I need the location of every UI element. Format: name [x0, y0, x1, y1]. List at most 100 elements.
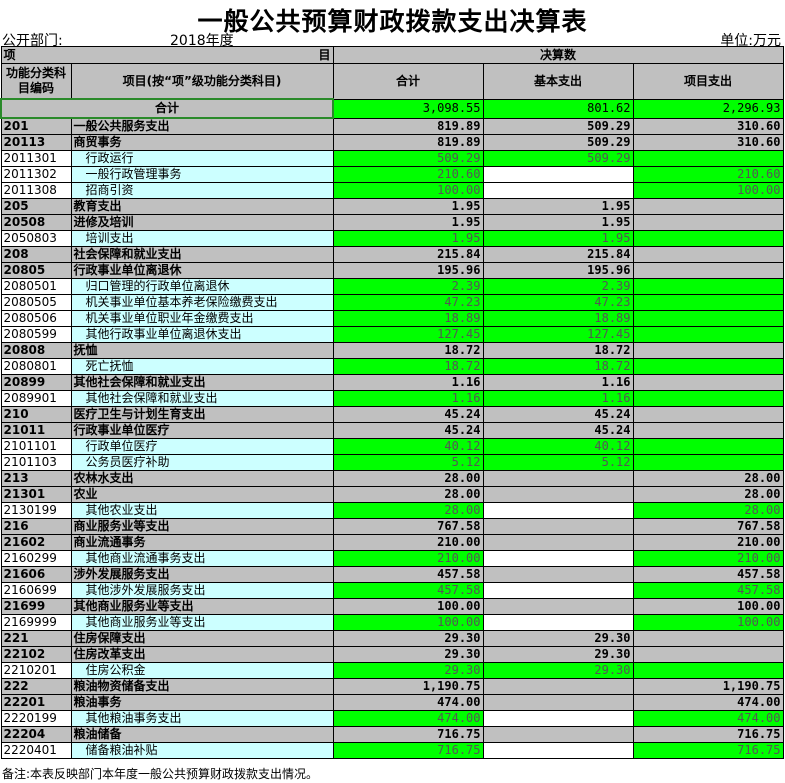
- row-code: 22201: [0, 694, 72, 711]
- row-basic: 2.39: [482, 278, 634, 295]
- row-name: 机关事业单位职业年金缴费支出: [70, 310, 334, 327]
- row-name: 抚恤: [70, 342, 334, 359]
- table-row: 20508 进修及培训 1.95 1.95: [0, 214, 784, 231]
- row-name: 行政事业单位离退休: [70, 262, 334, 279]
- row-basic: 127.45: [482, 326, 634, 343]
- table-row: 2080801 死亡抚恤 18.72 18.72: [0, 358, 784, 375]
- row-basic: [482, 678, 634, 695]
- table-row: 2080505 机关事业单位基本养老保险缴费支出 47.23 47.23: [0, 294, 784, 311]
- table-row: 2130199 其他农业支出 28.00 28.00: [0, 502, 784, 519]
- row-code: 20805: [0, 262, 72, 279]
- total-row: 合计 3,098.55 801.62 2,296.93: [0, 98, 784, 119]
- row-code: 2050803: [0, 230, 72, 247]
- table-row: 2011301 行政运行 509.29 509.29: [0, 150, 784, 167]
- header-total: 合计: [332, 63, 484, 100]
- row-basic: [482, 182, 634, 199]
- table-row: 216 商业服务业等支出 767.58 767.58: [0, 518, 784, 535]
- row-total: 210.00: [332, 550, 484, 567]
- row-project: 1,190.75: [632, 678, 784, 695]
- row-total: 2.39: [332, 278, 484, 295]
- row-basic: 18.89: [482, 310, 634, 327]
- row-total: 474.00: [332, 710, 484, 727]
- table-row: 2101101 行政单位医疗 40.12 40.12: [0, 438, 784, 455]
- row-code: 2210201: [0, 662, 72, 679]
- table-row: 213 农林水支出 28.00 28.00: [0, 470, 784, 487]
- row-name: 商业服务业等支出: [70, 518, 334, 535]
- row-project: [632, 646, 784, 663]
- row-basic: 509.29: [482, 150, 634, 167]
- row-name: 培训支出: [70, 230, 334, 247]
- row-name: 进修及培训: [70, 214, 334, 231]
- row-code: 2169999: [0, 614, 72, 631]
- row-project: 100.00: [632, 182, 784, 199]
- row-total: 18.72: [332, 358, 484, 375]
- row-name: 公务员医疗补助: [70, 454, 334, 471]
- row-basic: 1.16: [482, 390, 634, 407]
- row-basic: [482, 502, 634, 519]
- row-code: 213: [0, 470, 72, 487]
- table-row: 2160299 其他商业流通事务支出 210.00 210.00: [0, 550, 784, 567]
- row-code: 2101103: [0, 454, 72, 471]
- total-label[interactable]: 合计: [0, 98, 334, 119]
- row-total: 1.16: [332, 374, 484, 391]
- row-name: 商贸事务: [70, 134, 334, 151]
- row-name: 其他社会保障和就业支出: [70, 390, 334, 407]
- row-basic: [482, 534, 634, 551]
- row-name: 粮油储备: [70, 726, 334, 743]
- row-project: [632, 294, 784, 311]
- row-basic: 40.12: [482, 438, 634, 455]
- row-name: 农林水支出: [70, 470, 334, 487]
- row-code: 20899: [0, 374, 72, 391]
- row-code: 2220199: [0, 710, 72, 727]
- row-total: 819.89: [332, 134, 484, 151]
- row-name: 机关事业单位基本养老保险缴费支出: [70, 294, 334, 311]
- table-row: 22102 住房改革支出 29.30 29.30: [0, 646, 784, 663]
- row-project: 28.00: [632, 502, 784, 519]
- row-project: [632, 198, 784, 215]
- table-row: 2220401 储备粮油补贴 716.75 716.75: [0, 742, 784, 759]
- row-name: 粮油物资储备支出: [70, 678, 334, 695]
- row-basic: 29.30: [482, 662, 634, 679]
- row-total: 210.60: [332, 166, 484, 183]
- row-code: 208: [0, 246, 72, 263]
- row-total: 215.84: [332, 246, 484, 263]
- row-project: [632, 406, 784, 423]
- row-project: [632, 278, 784, 295]
- row-basic: 5.12: [482, 454, 634, 471]
- row-basic: 18.72: [482, 358, 634, 375]
- row-code: 221: [0, 630, 72, 647]
- table-row: 21699 其他商业服务业等支出 100.00 100.00: [0, 598, 784, 615]
- row-code: 2160699: [0, 582, 72, 599]
- row-name: 行政单位医疗: [70, 438, 334, 455]
- row-name: 住房保障支出: [70, 630, 334, 647]
- row-project: 310.60: [632, 134, 784, 151]
- table-row: 2080506 机关事业单位职业年金缴费支出 18.89 18.89: [0, 310, 784, 327]
- row-basic: 509.29: [482, 134, 634, 151]
- row-basic: [482, 166, 634, 183]
- row-code: 222: [0, 678, 72, 695]
- table-row: 2089901 其他社会保障和就业支出 1.16 1.16: [0, 390, 784, 407]
- row-project: [632, 390, 784, 407]
- row-name: 商业流通事务: [70, 534, 334, 551]
- header-project: 项目支出: [632, 63, 784, 100]
- table-row: 21606 涉外发展服务支出 457.58 457.58: [0, 566, 784, 583]
- row-code: 21301: [0, 486, 72, 503]
- row-code: 2080505: [0, 294, 72, 311]
- row-total: 28.00: [332, 486, 484, 503]
- row-project: 457.58: [632, 566, 784, 583]
- row-project: [632, 150, 784, 167]
- row-basic: [482, 470, 634, 487]
- table-row: 221 住房保障支出 29.30 29.30: [0, 630, 784, 647]
- row-basic: [482, 518, 634, 535]
- row-total: 18.72: [332, 342, 484, 359]
- row-project: [632, 374, 784, 391]
- header-row-2: 功能分类科目编码 项目(按“项”级功能分类科目) 合计 基本支出 项目支出: [0, 63, 784, 100]
- row-name: 其他涉外发展服务支出: [70, 582, 334, 599]
- row-total: 457.58: [332, 566, 484, 583]
- row-code: 20808: [0, 342, 72, 359]
- row-project: 716.75: [632, 742, 784, 759]
- expenditure-table: 项 目 决算数 功能分类科目编码 项目(按“项”级功能分类科目) 合计 基本支出…: [0, 46, 784, 759]
- row-project: 28.00: [632, 486, 784, 503]
- row-total: 100.00: [332, 598, 484, 615]
- row-project: 474.00: [632, 694, 784, 711]
